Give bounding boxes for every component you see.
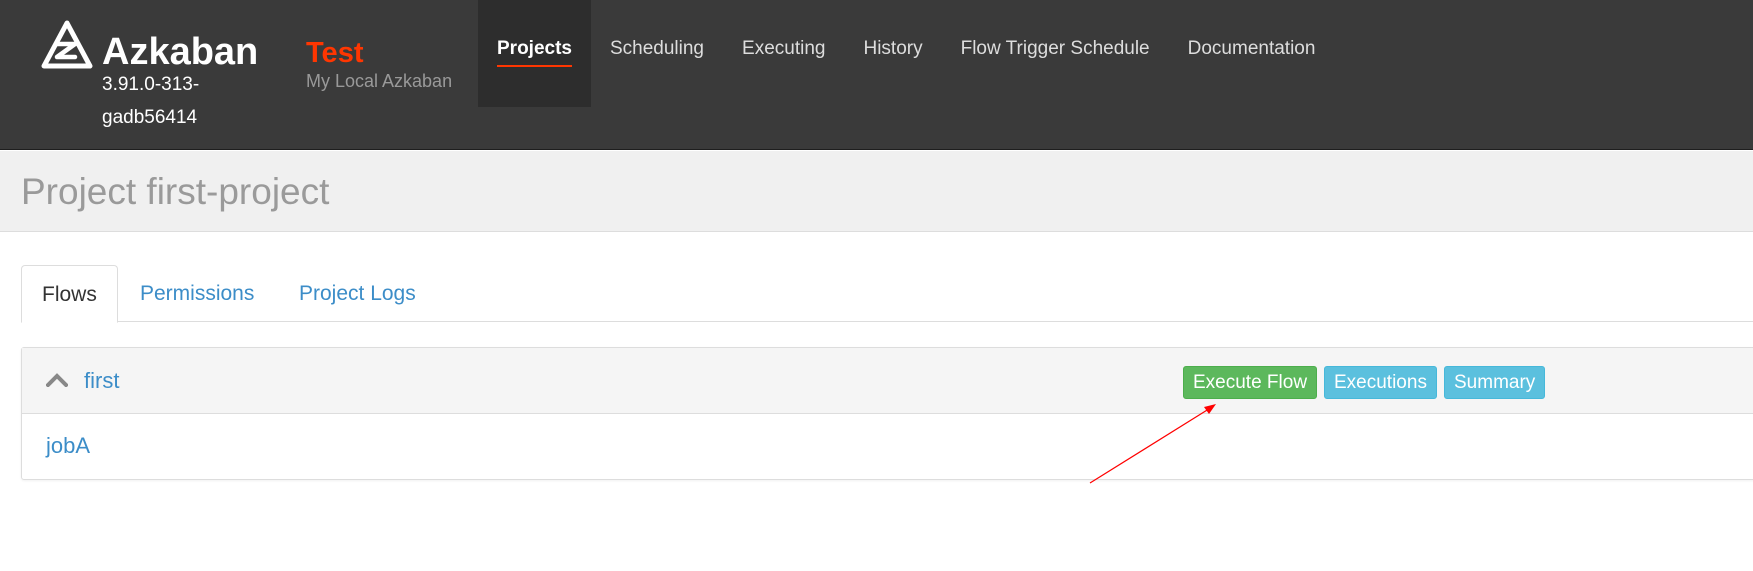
flow-panel-heading: first Execute Flow Executions Summary: [22, 348, 1753, 414]
project-tabs: Flows Permissions Project Logs: [21, 265, 1753, 323]
tab-permissions[interactable]: Permissions: [120, 265, 274, 323]
executions-button[interactable]: Executions: [1324, 366, 1437, 399]
page-title: Project first-project: [21, 171, 330, 212]
tab-project-logs[interactable]: Project Logs: [279, 265, 436, 323]
active-underline: [497, 65, 572, 67]
nav-item-label: Flow Trigger Schedule: [960, 38, 1150, 59]
nav-item-label: Executing: [742, 38, 826, 59]
nav-item-history[interactable]: History: [844, 0, 941, 107]
flow-name-link[interactable]: first: [84, 368, 119, 394]
tab-label: Flows: [42, 283, 97, 306]
nav-item-documentation[interactable]: Documentation: [1169, 0, 1335, 107]
nav-item-projects[interactable]: Projects: [478, 0, 591, 107]
chevron-up-icon[interactable]: [46, 373, 68, 387]
brand-version: 3.91.0-313-gadb56414: [102, 74, 200, 128]
page-header: Project first-project: [0, 151, 1753, 232]
nav-item-label: Scheduling: [609, 38, 705, 59]
tab-flows[interactable]: Flows: [21, 265, 118, 323]
summary-button[interactable]: Summary: [1444, 366, 1546, 399]
annotation-arrow: [1089, 404, 1216, 484]
nav-item-label: History: [863, 38, 923, 59]
tab-label: Permissions: [140, 282, 255, 305]
main-nav: Projects Scheduling Executing History Fl…: [478, 0, 1334, 107]
flow-panel: first Execute Flow Executions Summary jo…: [21, 347, 1753, 480]
nav-item-label: Documentation: [1187, 38, 1316, 59]
tab-label: Project Logs: [299, 282, 416, 305]
environment-description: My Local Azkaban: [306, 71, 453, 91]
nav-item-executing[interactable]: Executing: [723, 0, 844, 107]
nav-item-label: Projects: [497, 38, 572, 59]
job-link[interactable]: jobA: [46, 433, 90, 459]
azkaban-logo-icon[interactable]: [40, 20, 94, 74]
environment-name: Test: [306, 37, 364, 69]
nav-item-flow-trigger-schedule[interactable]: Flow Trigger Schedule: [942, 0, 1169, 107]
top-navbar: Azkaban 3.91.0-313-gadb56414 Test My Loc…: [0, 0, 1753, 150]
nav-item-scheduling[interactable]: Scheduling: [591, 0, 723, 107]
